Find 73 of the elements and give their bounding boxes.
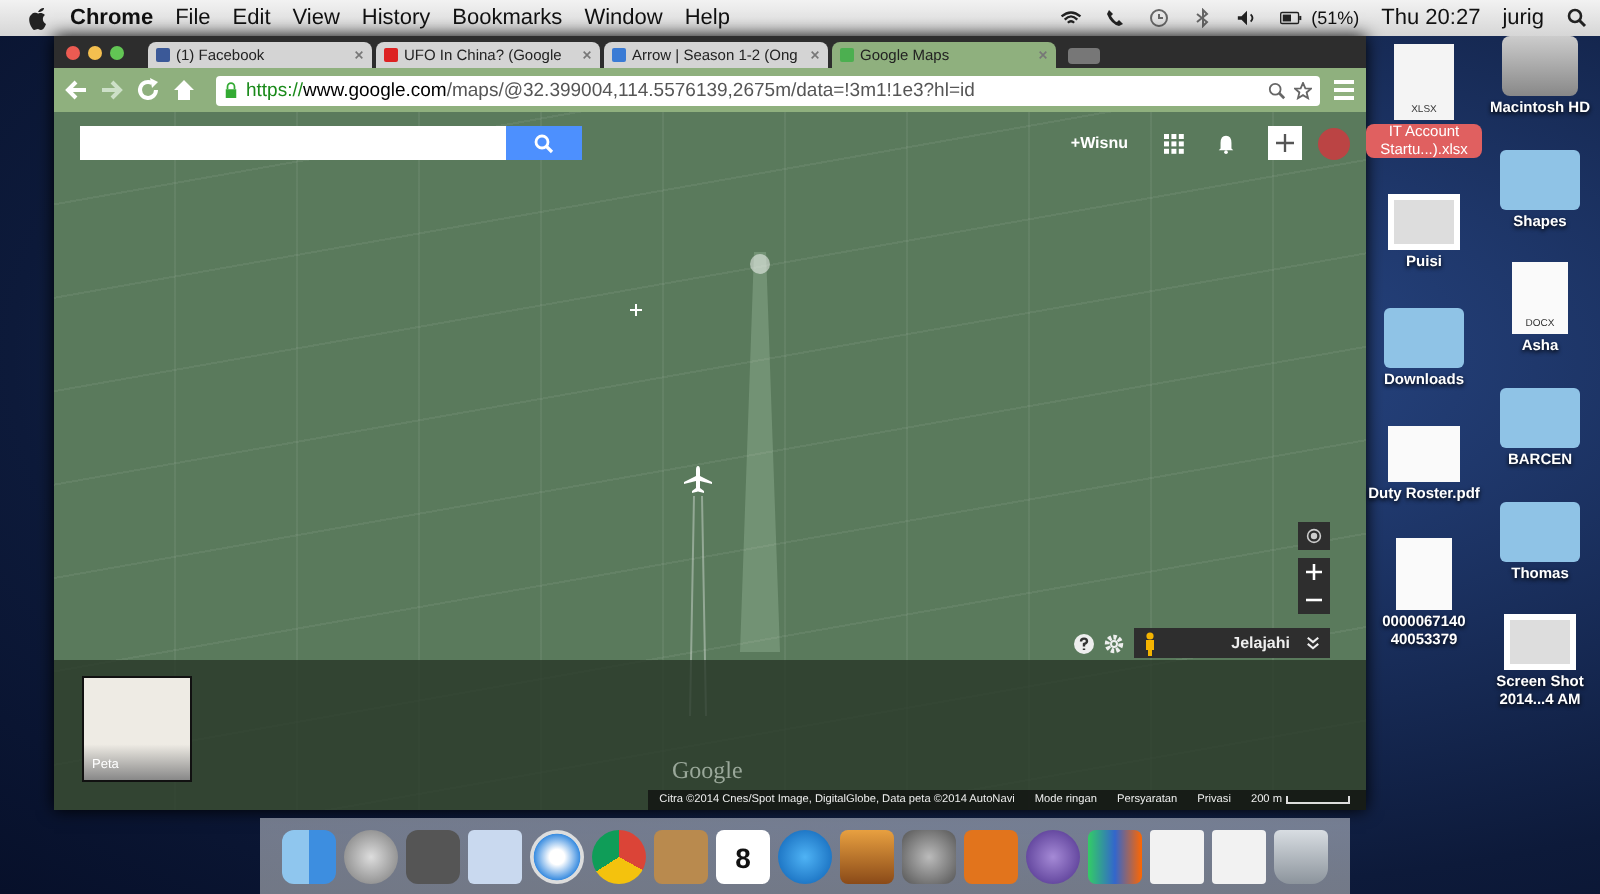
menu-item[interactable]: Window [584,6,663,30]
battery-icon[interactable] [1279,8,1302,28]
app-icon[interactable] [840,830,894,884]
clock-icon[interactable] [1147,8,1170,28]
plus-icon [1306,564,1322,580]
google-logo: Google [672,756,743,786]
app-menu[interactable]: Chrome [70,6,154,30]
app-icon[interactable] [282,830,336,884]
menu-item[interactable]: View [292,6,340,30]
bell-icon[interactable] [1216,133,1236,153]
app-icon[interactable] [530,830,584,884]
cross-mark-icon [630,304,642,316]
user-menu[interactable]: jurig [1502,6,1544,30]
reload-icon[interactable] [136,78,160,102]
zoom-button[interactable] [110,45,124,59]
search-icon[interactable] [1566,8,1588,28]
explore-button[interactable]: Jelajahi [1134,628,1330,658]
back-icon[interactable] [64,78,88,102]
app-icon[interactable] [778,830,832,884]
chevron-down-icon [1306,636,1320,650]
zoom-in-button[interactable] [1298,558,1330,586]
close-tab-icon[interactable] [354,50,364,60]
plus-icon [1276,134,1294,152]
minimize-button[interactable] [88,45,102,59]
lock-icon [224,81,238,99]
app-icon[interactable] [1026,830,1080,884]
search-icon [534,133,554,153]
menu-clock[interactable]: Thu 20:27 [1381,6,1481,30]
file-icon[interactable] [1500,501,1580,561]
phone-icon[interactable] [1103,8,1126,28]
zoom-out-button[interactable] [1298,586,1330,614]
home-icon[interactable] [172,78,196,102]
file-icon[interactable] [1500,387,1580,448]
app-icon[interactable] [344,830,398,884]
file-icon[interactable] [1384,307,1464,368]
pegman-icon [1144,631,1156,655]
bluetooth-icon[interactable] [1191,8,1214,28]
settings-icon[interactable] [1104,633,1124,653]
app-icon[interactable] [1088,830,1142,884]
search-button[interactable] [506,126,582,160]
star-icon[interactable] [1294,81,1312,99]
share-button[interactable] [1268,126,1302,160]
wifi-icon[interactable] [1059,8,1082,28]
target-icon [1306,528,1322,544]
menu-icon[interactable] [1332,78,1356,102]
menu-item[interactable]: Help [684,6,730,30]
address-bar[interactable]: https://www.google.com/maps/@32.399004,114.5576139,2675m/data=!3m1!1e3?hl=id [216,75,1320,105]
new-tab-button[interactable] [1068,48,1100,64]
app-icon[interactable] [406,830,460,884]
app-icon[interactable]: 8 [716,830,770,884]
close-tab-icon[interactable] [810,50,820,60]
forward-icon[interactable] [100,78,124,102]
menu-item[interactable]: History [361,6,431,30]
close-tab-icon[interactable] [582,50,592,60]
file-icon[interactable] [1500,149,1580,210]
menu-item[interactable]: Edit [232,6,271,30]
battery-percentage: (51%) [1311,8,1360,28]
scale-bar [1286,796,1350,804]
profile-link[interactable]: +Wisnu [1070,134,1128,152]
airplane-icon [684,466,712,494]
apple-icon[interactable] [28,6,48,30]
menu-item[interactable]: File [175,6,211,30]
app-icon[interactable] [1274,830,1328,884]
close-button[interactable] [66,45,80,59]
app-icon[interactable] [902,830,956,884]
search-field[interactable] [80,126,506,160]
volume-icon[interactable] [1235,8,1258,28]
menu-item[interactable]: Bookmarks [452,6,563,30]
apps-grid-icon[interactable] [1164,133,1184,153]
close-tab-icon[interactable] [1038,50,1048,60]
help-icon[interactable] [1074,633,1094,653]
app-icon[interactable] [592,830,646,884]
my-location-button[interactable] [1298,522,1330,550]
